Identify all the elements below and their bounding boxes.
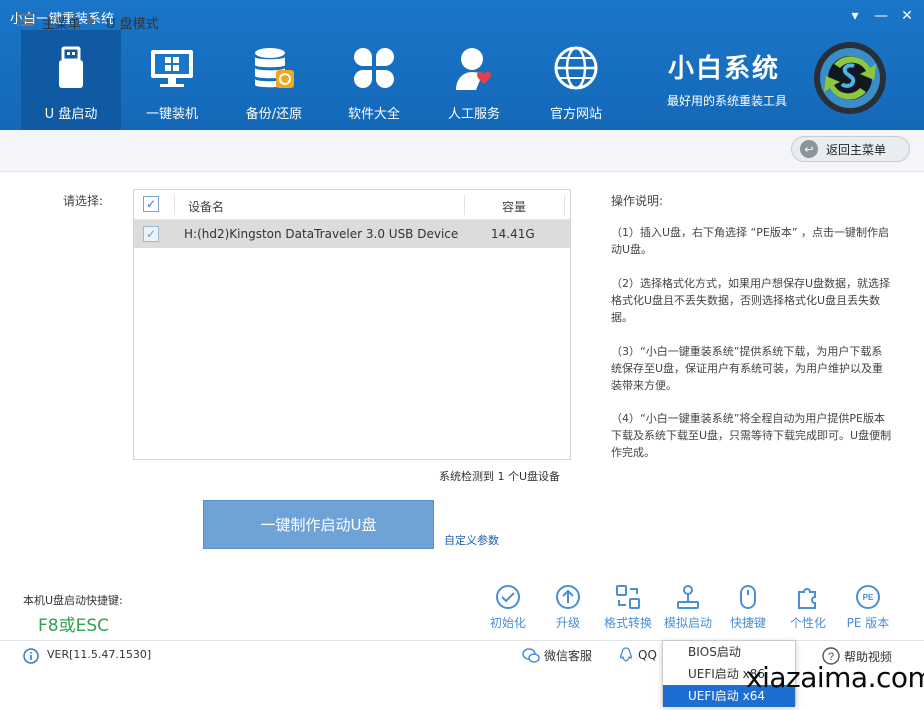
table-row[interactable]: ✓ H:(hd2)Kingston DataTraveler 3.0 USB D… [134, 220, 570, 248]
tool-pe-version-button[interactable]: PE PE 版本 [838, 584, 898, 631]
window-controls: ▾ — ✕ [844, 6, 918, 26]
tool-hotkey-button[interactable]: 快捷键 [718, 584, 778, 631]
breadcrumb-current: U 盘模式 [106, 17, 159, 32]
menu-item-bios[interactable]: BIOS启动 [663, 641, 795, 663]
wechat-icon [522, 647, 540, 663]
pe-badge-icon: PE [856, 585, 880, 609]
person-heart-icon [456, 48, 491, 90]
database-backup-icon [255, 48, 294, 88]
nav-backup-restore[interactable]: 备份/还原 [224, 38, 324, 130]
back-arrow-icon: ↩ [800, 140, 818, 158]
mouse-icon [740, 585, 756, 609]
tool-label: 快捷键 [729, 616, 766, 630]
select-all-checkbox[interactable]: ✓ [143, 196, 159, 212]
puzzle-icon [798, 588, 816, 609]
hotkey-label: 本机U盘启动快捷键: [23, 594, 123, 607]
make-bootable-usb-button[interactable]: 一键制作启动U盘 [203, 500, 434, 549]
custom-params-link[interactable]: 自定义参数 [444, 532, 499, 548]
tool-label: 初始化 [489, 616, 526, 630]
tool-label: 格式转换 [603, 616, 652, 630]
globe-icon [554, 46, 598, 90]
nav-label: 软件大全 [347, 107, 400, 122]
tool-label: PE 版本 [846, 616, 890, 630]
svg-text:PE: PE [863, 593, 874, 602]
nav-human-service[interactable]: 人工服务 [424, 38, 524, 130]
column-header-size: 容量 [502, 200, 527, 214]
joystick-icon [677, 585, 699, 609]
usb-drive-icon [59, 46, 83, 88]
nav-usb-boot[interactable]: U 盘启动 [21, 30, 121, 130]
column-divider [564, 195, 565, 215]
version-text: VER[11.5.47.1530] [47, 648, 152, 661]
monitor-windows-icon [151, 50, 193, 87]
minimize-icon[interactable]: — [870, 6, 892, 26]
tool-upgrade-button[interactable]: 升级 [538, 584, 598, 631]
breadcrumb [0, 130, 924, 172]
help-title: 操作说明: [611, 194, 664, 208]
help-paragraph: （3）“小白一键重装系统”提供系统下载，为用户下载系统保存至U盘，保证用户有系统… [611, 345, 884, 392]
nav-software[interactable]: 软件大全 [324, 38, 424, 130]
nav-label: 官方网站 [549, 107, 602, 122]
qq-icon [619, 647, 633, 662]
qq-label: QQ [638, 648, 657, 662]
breadcrumb-main-menu[interactable]: 主菜单 [42, 13, 81, 32]
hotkey-value: F8或ESC [38, 616, 109, 636]
nav-label: U 盘启动 [44, 107, 98, 122]
tool-initialize-button[interactable]: 初始化 [478, 584, 538, 631]
check-circle-icon [496, 585, 520, 609]
qq-support-button[interactable]: QQ [618, 647, 657, 663]
nav-label: 备份/还原 [245, 107, 303, 122]
nav-one-click-install[interactable]: 一键装机 [122, 38, 222, 130]
nav-label: 一键装机 [145, 107, 198, 122]
device-count-status: 系统检测到 1 个U盘设备 [439, 470, 561, 483]
tool-label: 模拟启动 [663, 616, 712, 630]
column-header-device: 设备名 [188, 200, 225, 214]
table-header: ✓ 设备名 容量 [134, 190, 570, 220]
tool-personalize-button[interactable]: 个性化 [778, 584, 838, 631]
tool-label: 个性化 [789, 616, 826, 630]
breadcrumb-separator-icon: ▶ [88, 15, 96, 26]
back-button-label: 返回主菜单 [826, 142, 887, 157]
menu-list-icon [17, 14, 33, 26]
select-label: 请选择: [63, 194, 104, 208]
tool-format-convert-button[interactable]: 格式转换 [598, 584, 658, 631]
column-divider [464, 195, 465, 215]
help-paragraph: （2）选择格式化方式，如果用户想保存U盘数据，就选择格式化U盘且不丢失数据，否则… [611, 277, 891, 324]
arrow-up-circle-icon [556, 585, 580, 609]
clover-apps-icon [354, 48, 394, 88]
wechat-support-button[interactable]: 微信客服 [522, 647, 592, 664]
row-checkbox[interactable]: ✓ [143, 226, 159, 242]
tool-simulate-boot-button[interactable]: 模拟启动 [658, 584, 718, 631]
back-to-main-button[interactable]: ↩ 返回主菜单 [791, 136, 910, 162]
column-divider [174, 195, 175, 215]
brand-logo-icon [814, 42, 886, 114]
info-icon [23, 648, 39, 664]
help-paragraph: （1）插入U盘，右下角选择 “PE版本” ，点击一键制作启动U盘。 [611, 226, 890, 256]
nav-official-site[interactable]: 官方网站 [526, 38, 626, 130]
brand-slogan: 最好用的系统重装工具 [667, 94, 788, 108]
menu-dropdown-icon[interactable]: ▾ [844, 6, 866, 26]
device-table: ✓ 设备名 容量 ✓ H:(hd2)Kingston DataTraveler … [133, 189, 571, 460]
tool-label: 升级 [555, 616, 580, 630]
watermark: xiazaima.com [746, 661, 924, 694]
convert-icon [616, 585, 640, 609]
nav-label: 人工服务 [447, 107, 500, 122]
brand-name: 小白系统 [668, 54, 781, 84]
device-name: H:(hd2)Kingston DataTraveler 3.0 USB Dev… [184, 227, 459, 241]
close-icon[interactable]: ✕ [896, 6, 918, 26]
help-paragraph: （4）“小白一键重装系统”将全程自动为用户提供PE版本下载及系统下载至U盘，只需… [611, 412, 892, 459]
device-size: 14.41G [491, 227, 535, 241]
wechat-label: 微信客服 [544, 649, 593, 663]
